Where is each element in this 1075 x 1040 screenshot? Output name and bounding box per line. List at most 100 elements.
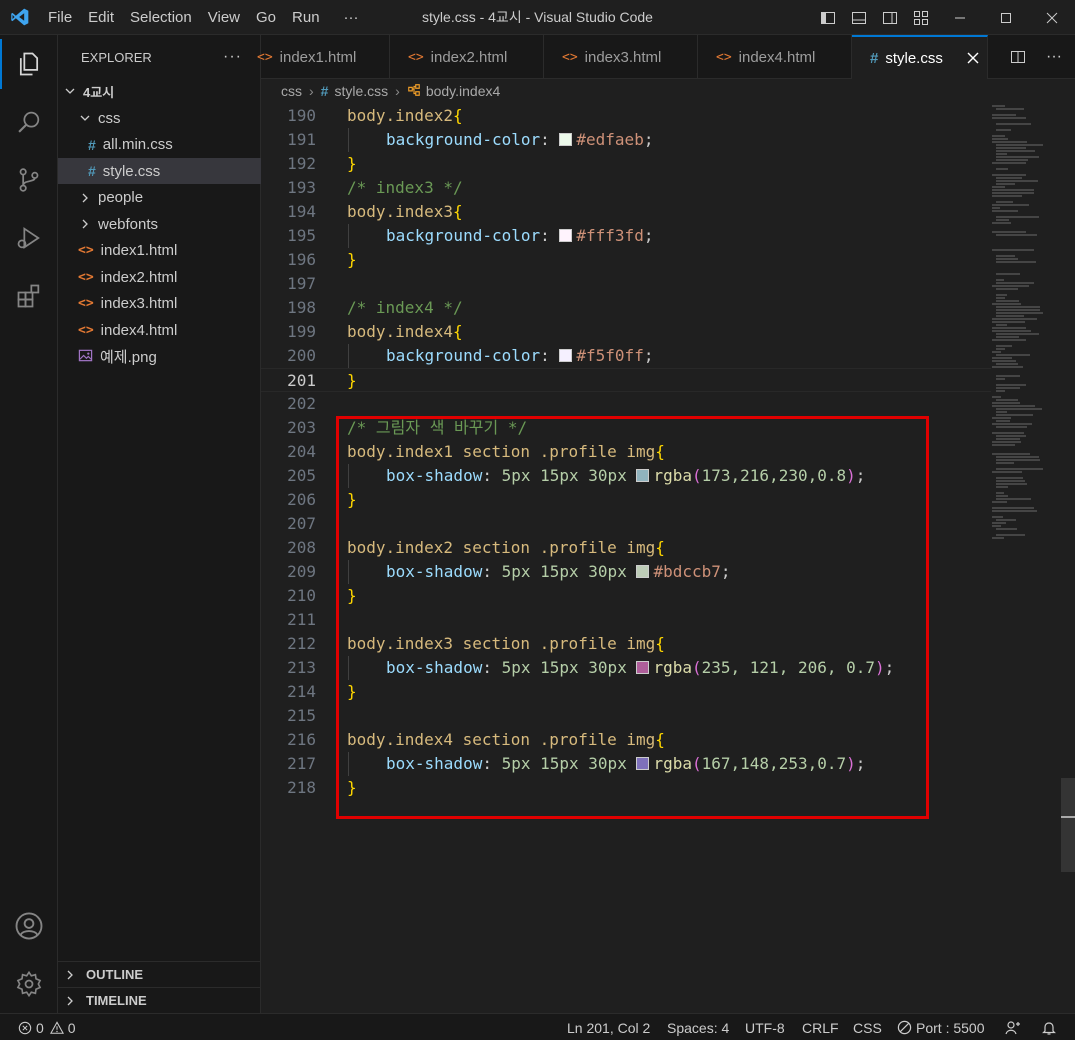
minimize-icon[interactable] <box>937 0 983 35</box>
source-control-icon[interactable] <box>0 151 58 209</box>
code-line[interactable]: 191 background-color: #edfaeb; <box>261 128 991 152</box>
code-line[interactable]: 207 <box>261 512 991 536</box>
menu-selection[interactable]: Selection <box>122 0 200 35</box>
code-line[interactable]: 204 body.index1 section .profile img{ <box>261 440 991 464</box>
code-line[interactable]: 201} <box>261 368 991 392</box>
chevron-down-icon <box>78 112 92 124</box>
live-server-port[interactable]: Port : 5500 <box>897 1014 985 1040</box>
minimap[interactable] <box>990 103 1060 543</box>
toggle-panel-icon[interactable] <box>843 0 874 35</box>
color-swatch[interactable] <box>559 133 573 146</box>
notifications-bell-icon[interactable] <box>1041 1014 1057 1040</box>
code-line[interactable]: 200 background-color: #f5f0ff; <box>261 344 991 368</box>
breadcrumb-symbol[interactable]: body.index4 <box>426 83 500 99</box>
tree-item[interactable]: css <box>58 105 261 131</box>
color-swatch[interactable] <box>559 349 573 362</box>
customize-layout-icon[interactable] <box>905 0 936 35</box>
tree-item[interactable]: # style.css <box>58 158 261 184</box>
language-mode[interactable]: CSS <box>853 1014 882 1040</box>
toggle-primary-sidebar-icon[interactable] <box>812 0 843 35</box>
code-line[interactable]: 196} <box>261 248 991 272</box>
code-line[interactable]: 206} <box>261 488 991 512</box>
workspace-root[interactable]: 4교시 <box>58 78 261 104</box>
paren-token: ( <box>691 754 702 773</box>
menu-view[interactable]: View <box>200 0 248 35</box>
close-window-icon[interactable] <box>1029 0 1075 35</box>
menu-run[interactable]: Run <box>284 0 328 35</box>
tree-item[interactable]: webfonts <box>58 211 261 237</box>
code-line[interactable]: 212 body.index3 section .profile img{ <box>261 632 991 656</box>
code-line[interactable]: 210} <box>261 584 991 608</box>
color-swatch[interactable] <box>636 469 650 482</box>
explorer-icon[interactable] <box>0 35 58 93</box>
split-editor-icon[interactable] <box>1000 49 1036 65</box>
editor-scrollbar[interactable] <box>1061 778 1075 872</box>
tree-item[interactable]: <> index4.html <box>58 317 261 343</box>
tab-style-css[interactable]: # style.css <box>852 35 988 79</box>
file-encoding[interactable]: UTF-8 <box>745 1014 785 1040</box>
tab-index3-html[interactable]: <> index3.html <box>544 35 698 79</box>
tree-item[interactable]: <> index2.html <box>58 264 261 290</box>
explorer-more-actions-icon[interactable]: ··· <box>223 48 242 66</box>
vscode-logo-icon[interactable] <box>0 0 40 35</box>
indent-guide <box>348 464 349 488</box>
tree-item[interactable]: # all.min.css <box>58 132 261 158</box>
tab-index2-html[interactable]: <> index2.html <box>390 35 544 79</box>
code-line[interactable]: 203 /* 그림자 색 바꾸기 */ <box>261 416 991 440</box>
code-line[interactable]: 198 /* index4 */ <box>261 296 991 320</box>
run-debug-icon[interactable] <box>0 209 58 267</box>
tree-item[interactable]: people <box>58 185 261 211</box>
code-line[interactable]: 194 body.index3{ <box>261 200 991 224</box>
color-swatch[interactable] <box>636 661 650 674</box>
more-actions-icon[interactable]: ··· <box>1036 48 1072 66</box>
code-line[interactable]: 216 body.index4 section .profile img{ <box>261 728 991 752</box>
search-icon[interactable] <box>0 93 58 151</box>
color-swatch[interactable] <box>636 565 650 578</box>
settings-gear-icon[interactable] <box>0 955 58 1013</box>
problems-indicator[interactable]: 0 0 <box>18 1014 76 1040</box>
code-line[interactable]: 192} <box>261 152 991 176</box>
code-line[interactable]: 213 box-shadow: 5px 15px 30px rgba(235, 1… <box>261 656 991 680</box>
code-line[interactable]: 190 body.index2{ <box>261 104 991 128</box>
code-line[interactable]: 202 <box>261 392 991 416</box>
maximize-icon[interactable] <box>983 0 1029 35</box>
code-line[interactable]: 218} <box>261 776 991 800</box>
breadcrumb-folder[interactable]: css <box>281 83 302 99</box>
tree-item[interactable]: 예제.png <box>58 344 261 370</box>
breadcrumb-file[interactable]: style.css <box>334 83 388 99</box>
extensions-icon[interactable] <box>0 267 58 325</box>
code-line[interactable]: 214} <box>261 680 991 704</box>
code-line[interactable]: 199 body.index4{ <box>261 320 991 344</box>
code-line[interactable]: 208 body.index2 section .profile img{ <box>261 536 991 560</box>
code-line[interactable]: 209 box-shadow: 5px 15px 30px #bdccb7; <box>261 560 991 584</box>
cursor-position[interactable]: Ln 201, Col 2 <box>567 1014 650 1040</box>
code-line[interactable]: 197 <box>261 272 991 296</box>
minimap-line <box>992 432 1025 434</box>
timeline-section[interactable]: TIMELINE <box>58 987 261 1013</box>
code-line[interactable]: 217 box-shadow: 5px 15px 30px rgba(167,14… <box>261 752 991 776</box>
tree-item[interactable]: <> index1.html <box>58 238 261 264</box>
code-line[interactable]: 205 box-shadow: 5px 15px 30px rgba(173,21… <box>261 464 991 488</box>
menu-file[interactable]: File <box>40 0 80 35</box>
color-swatch[interactable] <box>636 757 650 770</box>
outline-section[interactable]: OUTLINE <box>58 961 261 987</box>
indentation[interactable]: Spaces: 4 <box>667 1014 729 1040</box>
code-editor[interactable]: 189/* index2 */190body.index2{191backgro… <box>261 103 1075 1013</box>
menu-more[interactable]: ··· <box>336 0 367 35</box>
menu-go[interactable]: Go <box>248 0 284 35</box>
end-of-line[interactable]: CRLF <box>802 1014 839 1040</box>
tree-item[interactable]: <> index3.html <box>58 291 261 317</box>
toggle-secondary-sidebar-icon[interactable] <box>874 0 905 35</box>
color-swatch[interactable] <box>559 229 573 242</box>
feedback-icon[interactable] <box>1005 1014 1021 1040</box>
close-tab-icon[interactable] <box>967 52 979 64</box>
accounts-icon[interactable] <box>0 897 58 955</box>
tab-index4-html[interactable]: <> index4.html <box>698 35 852 79</box>
code-line[interactable]: 211 <box>261 608 991 632</box>
code-line[interactable]: 193 /* index3 */ <box>261 176 991 200</box>
code-line[interactable]: 195 background-color: #fff3fd; <box>261 224 991 248</box>
menu-edit[interactable]: Edit <box>80 0 122 35</box>
tab-index1-html[interactable]: <> index1.html <box>257 35 390 79</box>
code-line[interactable]: 215 <box>261 704 991 728</box>
minimap-line <box>996 519 1016 521</box>
